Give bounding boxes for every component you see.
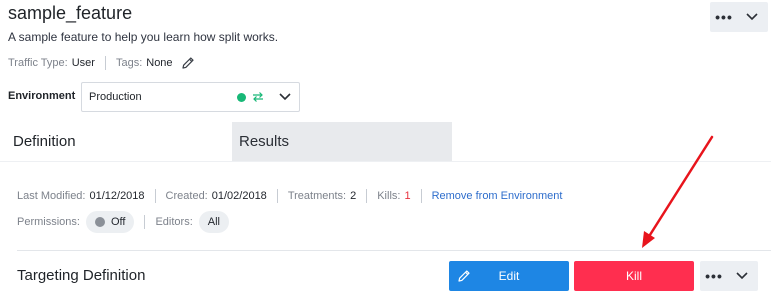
swap-arrows-icon bbox=[252, 91, 264, 103]
pencil-icon[interactable] bbox=[181, 56, 195, 70]
more-dots-icon[interactable]: ••• bbox=[710, 9, 738, 25]
tags-value: None bbox=[146, 57, 173, 69]
traffic-type-label: Traffic Type: bbox=[8, 57, 68, 69]
created-value: 01/02/2018 bbox=[211, 190, 267, 202]
environment-value: Production bbox=[89, 91, 142, 103]
kill-button[interactable]: Kill bbox=[574, 261, 694, 291]
status-dot-icon bbox=[237, 92, 246, 102]
created-label: Created: bbox=[165, 190, 208, 202]
environment-label: Environment bbox=[8, 90, 76, 102]
editors-badge[interactable]: All bbox=[198, 211, 229, 233]
edit-button[interactable]: Edit bbox=[449, 261, 569, 291]
divider bbox=[144, 215, 146, 229]
last-modified-value: 01/12/2018 bbox=[89, 190, 145, 202]
feature-meta: Traffic Type: User Tags: None bbox=[8, 55, 195, 71]
remove-from-environment-link[interactable]: Remove from Environment bbox=[432, 190, 563, 202]
editors-label: Editors: bbox=[155, 216, 193, 228]
permissions-row: Permissions: Off Editors: All bbox=[17, 211, 229, 233]
targeting-actions-menu[interactable]: ••• bbox=[700, 261, 758, 291]
last-modified-label: Last Modified: bbox=[17, 190, 86, 202]
environment-select[interactable]: Production bbox=[81, 82, 300, 112]
tags-label: Tags: bbox=[115, 57, 143, 69]
chevron-down-icon[interactable] bbox=[279, 93, 291, 101]
divider bbox=[420, 189, 422, 203]
definition-info: Last Modified: 01/12/2018 Created: 01/02… bbox=[17, 188, 562, 204]
tab-definition[interactable]: Definition bbox=[6, 122, 227, 161]
kills-value: 1 bbox=[404, 190, 411, 202]
permissions-label: Permissions: bbox=[17, 216, 80, 228]
tab-divider bbox=[0, 161, 771, 162]
permissions-value: Off bbox=[110, 216, 126, 228]
traffic-type-value: User bbox=[71, 57, 95, 69]
divider bbox=[276, 189, 278, 203]
targeting-definition-title: Targeting Definition bbox=[17, 267, 146, 284]
kills-label: Kills: bbox=[377, 190, 401, 202]
permissions-toggle[interactable]: Off bbox=[85, 211, 135, 233]
more-dots-icon[interactable]: ••• bbox=[700, 268, 728, 284]
feature-title: sample_feature bbox=[8, 3, 133, 23]
chevron-down-icon[interactable] bbox=[728, 272, 756, 280]
toggle-icon bbox=[94, 217, 105, 227]
divider bbox=[154, 189, 156, 203]
tab-results[interactable]: Results bbox=[232, 122, 452, 161]
feature-description: A sample feature to help you learn how s… bbox=[8, 30, 279, 44]
treatments-label: Treatments: bbox=[287, 190, 347, 202]
divider bbox=[104, 56, 106, 70]
edit-pencil-icon bbox=[457, 269, 471, 283]
top-actions-menu[interactable]: ••• bbox=[710, 2, 768, 32]
treatments-value: 2 bbox=[350, 190, 357, 202]
divider bbox=[366, 189, 368, 203]
section-divider bbox=[17, 250, 771, 251]
chevron-down-icon[interactable] bbox=[738, 13, 766, 21]
